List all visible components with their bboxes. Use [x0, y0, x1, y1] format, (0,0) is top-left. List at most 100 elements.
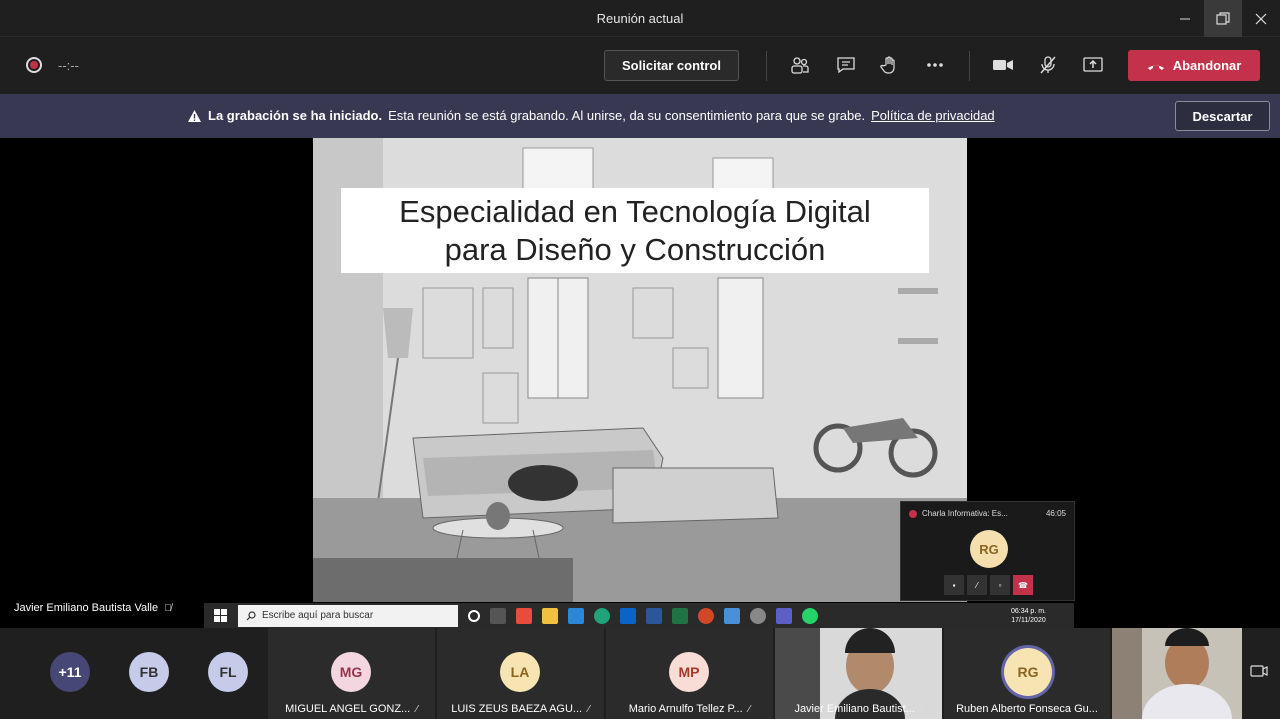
banner-text: Esta reunión se está grabando. Al unirse… [388, 108, 866, 123]
mic-off-icon: ⁄ [416, 703, 418, 715]
taskbar-apps [468, 607, 818, 624]
participant-name: MIGUEL ANGEL GONZ... ⁄ [268, 703, 435, 715]
meeting-toolbar: --:-- Solicitar control Abandonar [0, 37, 1280, 94]
calculator-icon [724, 607, 740, 624]
participant-name-text: Mario Arnulfo Tellez P... [628, 703, 743, 715]
title-bar: Reunión actual [0, 0, 1280, 37]
mic-off-icon[interactable] [1036, 53, 1060, 77]
toolbar-divider [766, 51, 767, 81]
teams-icon [776, 607, 792, 624]
settings-icon [750, 607, 766, 624]
shared-screen-stage: Especialidad en Tecnología Digital para … [0, 138, 1280, 628]
task-view-icon [490, 607, 506, 624]
office-icon [516, 607, 532, 624]
file-explorer-icon [542, 607, 558, 624]
taskbar-search-box: Escribe aquí para buscar [238, 604, 458, 627]
shared-slide: Especialidad en Tecnología Digital para … [313, 138, 967, 602]
toolbar-divider [969, 51, 970, 81]
hang-up-icon: ☎ [1013, 575, 1033, 595]
mini-window-header: Charla Informativa: Es... 46:05 [901, 502, 1074, 525]
window-controls [1166, 0, 1280, 37]
mail-icon [620, 607, 636, 624]
presenter-name-label: Javier Emiliano Bautista Valle 🎙̸ [14, 602, 172, 614]
camera-icon[interactable] [991, 53, 1015, 77]
self-video-feed [1112, 628, 1242, 719]
mini-avatar: RG [970, 530, 1008, 568]
mic-off-icon: ⁄ [748, 703, 751, 715]
leave-button[interactable]: Abandonar [1128, 50, 1260, 81]
participant-name: Ruben Alberto Fonseca Gu... [944, 703, 1110, 715]
participant-tile[interactable]: MP Mario Arnulfo Tellez P... ⁄ [606, 628, 773, 719]
leave-label: Abandonar [1172, 58, 1242, 73]
dismiss-button[interactable]: Descartar [1175, 101, 1270, 131]
mic-off-icon: ⁄ [920, 703, 923, 715]
word-icon [646, 607, 662, 624]
participant-name-text: Javier Emiliano Bautist... [794, 703, 915, 715]
shared-mini-meeting-window: Charla Informativa: Es... 46:05 RG ▪ ⁄ ▫… [900, 501, 1075, 601]
search-icon [246, 610, 256, 620]
request-control-button[interactable]: Solicitar control [604, 50, 739, 81]
participant-gallery: +11 FB FL MG MIGUEL ANGEL GONZ... ⁄ LA LU… [0, 628, 1280, 719]
whatsapp-icon [802, 607, 818, 624]
participant-name-text: LUIS ZEUS BAEZA AGU... [451, 703, 583, 715]
self-video-tile[interactable] [1112, 628, 1242, 719]
overflow-participants-button[interactable]: +11 [50, 652, 90, 692]
minimize-icon[interactable] [1166, 0, 1204, 37]
participant-name-text: MIGUEL ANGEL GONZ... [285, 703, 411, 715]
more-options-icon[interactable] [923, 53, 947, 77]
participants-icon[interactable] [788, 53, 812, 77]
mini-window-controls: ▪ ⁄ ▫ ☎ [944, 575, 1033, 595]
participant-tile[interactable]: MG MIGUEL ANGEL GONZ... ⁄ [268, 628, 435, 719]
avatar: LA [500, 652, 540, 692]
shared-windows-taskbar: Escribe aquí para buscar 06:34 p. m. 17/… [204, 603, 1074, 628]
presenter-name: Javier Emiliano Bautista Valle [14, 602, 159, 614]
participant-tile-speaking[interactable]: RG Ruben Alberto Fonseca Gu... [944, 628, 1110, 719]
edge-icon [594, 607, 610, 624]
mini-window-title: Charla Informativa: Es... [922, 509, 1008, 518]
avatar: RG [1004, 648, 1052, 696]
participant-name: Mario Arnulfo Tellez P... ⁄ [606, 703, 773, 715]
window-title: Reunión actual [596, 10, 684, 26]
participant-tile[interactable]: LA LUIS ZEUS BAEZA AGU... ⁄ [437, 628, 604, 719]
avatar[interactable]: FB [129, 652, 169, 692]
share-screen-icon: ▫ [990, 575, 1010, 595]
taskbar-date: 17/11/2020 [1011, 616, 1046, 624]
recording-dot-icon [909, 509, 917, 518]
recording-indicator-icon [26, 57, 42, 73]
participant-name: LUIS ZEUS BAEZA AGU... ⁄ [437, 703, 604, 715]
avatar[interactable]: FL [208, 652, 248, 692]
participant-name-text: Ruben Alberto Fonseca Gu... [956, 703, 1098, 715]
chat-icon[interactable] [834, 53, 858, 77]
windows-start-icon [214, 608, 227, 622]
cortana-icon [468, 609, 480, 622]
raise-hand-icon[interactable] [878, 53, 902, 77]
pop-out-icon[interactable] [1250, 664, 1268, 685]
banner-bold-text: La grabación se ha iniciado. [208, 108, 383, 123]
slide-title-box: Especialidad en Tecnología Digital para … [341, 188, 929, 273]
camera-icon: ▪ [944, 575, 964, 595]
restore-icon[interactable] [1204, 0, 1242, 37]
taskbar-clock: 06:34 p. m. 17/11/2020 [1011, 607, 1046, 625]
privacy-policy-link[interactable]: Política de privacidad [871, 108, 995, 123]
share-screen-icon[interactable] [1081, 53, 1105, 77]
slide-title-line-1: Especialidad en Tecnología Digital [399, 193, 871, 229]
hang-up-icon [1147, 65, 1164, 70]
taskbar-time: 06:34 p. m. [1010, 607, 1046, 615]
warning-icon [188, 109, 201, 122]
participant-tile-video[interactable]: Javier Emiliano Bautist... ⁄ [775, 628, 942, 719]
close-icon[interactable] [1242, 0, 1280, 37]
participant-name: Javier Emiliano Bautist... ⁄ [775, 703, 942, 715]
avatar: MG [331, 652, 371, 692]
slide-title-line-2: para Diseño y Construcción [444, 231, 826, 267]
powerpoint-icon [698, 607, 714, 624]
excel-icon [672, 607, 688, 624]
avatar: MP [669, 652, 709, 692]
mini-window-time: 46:05 [1045, 509, 1066, 518]
recording-banner: La grabación se ha iniciado. Esta reunió… [0, 94, 1280, 138]
meeting-timer: --:-- [58, 58, 79, 73]
taskbar-search-placeholder: Escribe aquí para buscar [262, 610, 374, 621]
mic-off-icon: ⁄ [967, 575, 987, 595]
banner-message: La grabación se ha iniciado. Esta reunió… [187, 108, 995, 123]
app-l-icon [568, 607, 584, 624]
mic-off-icon: ⁄ [588, 703, 590, 715]
